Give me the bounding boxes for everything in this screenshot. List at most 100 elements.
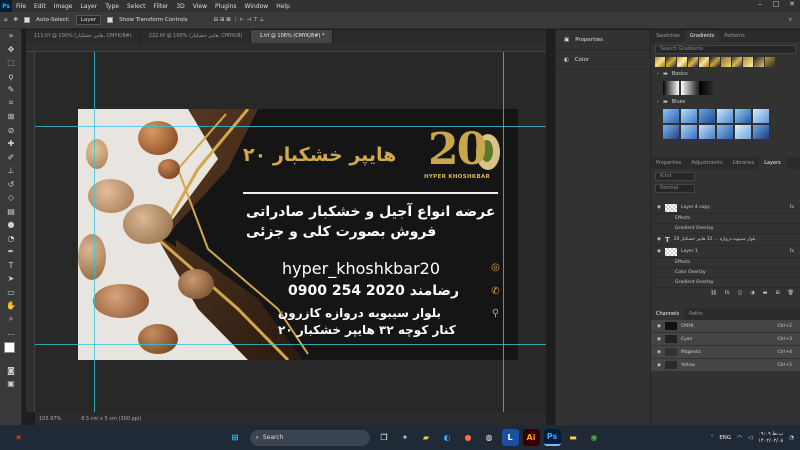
- fx-icon[interactable]: fx: [725, 290, 730, 296]
- foreground-color[interactable]: [4, 341, 15, 353]
- gradient-swatch[interactable]: [663, 109, 679, 123]
- folder-icon[interactable]: ▬: [565, 429, 582, 446]
- path-select-icon[interactable]: ➤: [0, 272, 22, 286]
- gradient-swatch[interactable]: [721, 57, 731, 67]
- menu-layer[interactable]: Layer: [76, 3, 101, 10]
- eyedropper-icon[interactable]: ⊘: [0, 124, 22, 138]
- menu-3d[interactable]: 3D: [172, 3, 188, 10]
- gradient-swatch[interactable]: [699, 109, 715, 123]
- channel-row[interactable]: ◉ Cyan Ctrl+3: [651, 333, 800, 346]
- windows-start-icon[interactable]: ⊞: [227, 429, 244, 446]
- gradient-swatch[interactable]: [717, 125, 733, 139]
- menu-filter[interactable]: Filter: [150, 3, 173, 10]
- tab-patterns[interactable]: Patterns: [719, 30, 750, 42]
- gradient-search-input[interactable]: Search Gradients: [655, 45, 796, 54]
- layer-row[interactable]: ◉ Layer 4 copy fx: [651, 202, 800, 214]
- tab-layers[interactable]: Layers: [759, 157, 786, 169]
- gradient-swatch[interactable]: [753, 109, 769, 123]
- layer-effect-row[interactable]: Effects: [651, 258, 800, 268]
- ruler-horizontal[interactable]: [26, 43, 546, 52]
- layer-effect-row[interactable]: Effects: [651, 214, 800, 224]
- firefox-icon[interactable]: ●: [460, 429, 477, 446]
- align-icons[interactable]: ⊟ ⊞ ⊠ ⋮ ⊢ ⊣ ⊤ ⊥: [214, 17, 265, 23]
- healing-brush-icon[interactable]: ✚: [0, 137, 22, 151]
- type-tool-icon[interactable]: T: [0, 259, 22, 273]
- blend-mode-dropdown[interactable]: Normal: [655, 184, 695, 193]
- minimize-icon[interactable]: –: [752, 0, 768, 8]
- color-panel-button[interactable]: ◐ Color: [556, 50, 650, 70]
- menu-type[interactable]: Type: [101, 3, 123, 10]
- clock[interactable]: ۰۹:۰۹ ب.ظ ۱۴۰۲/۰۲/۰۸: [758, 431, 783, 445]
- channel-row[interactable]: ◉ Yellow Ctrl+5: [651, 359, 800, 372]
- copilot-icon[interactable]: ✦: [397, 429, 414, 446]
- dodge-tool-icon[interactable]: ◔: [0, 232, 22, 246]
- menu-help[interactable]: Help: [272, 3, 294, 10]
- move-tool-icon[interactable]: ✥: [14, 17, 19, 23]
- language-indicator[interactable]: ENG: [719, 435, 731, 441]
- menu-window[interactable]: Window: [241, 3, 273, 10]
- home-icon[interactable]: ⌂: [4, 17, 8, 23]
- tab-paths[interactable]: Paths: [684, 308, 708, 320]
- properties-panel-button[interactable]: ▣ Properties: [556, 30, 650, 50]
- gradient-swatch[interactable]: [699, 81, 715, 95]
- ruler-vertical[interactable]: [26, 52, 35, 412]
- history-brush-icon[interactable]: ↺: [0, 178, 22, 192]
- close-icon[interactable]: ✕: [784, 0, 800, 8]
- search-icon[interactable]: ⌕: [789, 17, 792, 24]
- show-transform-checkbox[interactable]: [107, 17, 114, 23]
- file-explorer-icon[interactable]: ▰: [418, 429, 435, 446]
- gradient-swatch[interactable]: [735, 125, 751, 139]
- gradient-swatch[interactable]: [735, 109, 751, 123]
- screen-mode-icon[interactable]: ▣: [0, 377, 22, 391]
- channel-row[interactable]: ◉ CMYK Ctrl+2: [651, 320, 800, 333]
- gradient-swatch[interactable]: [710, 57, 720, 67]
- menu-select[interactable]: Select: [123, 3, 150, 10]
- layer-row[interactable]: ◉ Layer 1 fx: [651, 246, 800, 258]
- gradient-swatch[interactable]: [681, 125, 697, 139]
- tab-swatches[interactable]: Swatches: [651, 30, 685, 42]
- gradient-swatch[interactable]: [765, 57, 775, 67]
- folder-blues[interactable]: › ▬ Blues: [651, 97, 800, 107]
- edge-icon[interactable]: ◐: [439, 429, 456, 446]
- frame-tool-icon[interactable]: ⊠: [0, 110, 22, 124]
- tab-111[interactable]: 111.tif @ 100% (هایپر خشکبار, CMYK/8#): [26, 30, 141, 43]
- gradient-swatch[interactable]: [699, 57, 709, 67]
- zoom-level[interactable]: 105.97%: [39, 416, 61, 422]
- artboard-tool-icon[interactable]: ⬚: [0, 56, 22, 70]
- pen-tool-icon[interactable]: ✒: [0, 245, 22, 259]
- menu-image[interactable]: Image: [50, 3, 77, 10]
- color-swatches[interactable]: [0, 340, 21, 364]
- eraser-icon[interactable]: ◇: [0, 191, 22, 205]
- app-icon[interactable]: ◍: [481, 429, 498, 446]
- blur-tool-icon[interactable]: ●: [0, 218, 22, 232]
- guide-horizontal[interactable]: [35, 344, 546, 345]
- layer-effect-row[interactable]: Gradient Overlay: [651, 224, 800, 234]
- move-tool-icon[interactable]: ✥: [0, 43, 22, 57]
- taskbar-search[interactable]: ⌕ Search: [249, 429, 370, 446]
- eye-icon[interactable]: ◉: [657, 249, 661, 254]
- eye-icon[interactable]: ◉: [657, 363, 661, 368]
- tab-properties[interactable]: Properties: [651, 157, 686, 169]
- gradient-swatch[interactable]: [754, 57, 764, 67]
- notifications-icon[interactable]: ◔: [789, 435, 794, 441]
- lasso-tool-icon[interactable]: ϙ: [0, 70, 22, 84]
- chevron-up-icon[interactable]: ˄: [711, 435, 714, 441]
- eye-icon[interactable]: ◉: [657, 237, 661, 242]
- guide-horizontal[interactable]: [35, 126, 546, 127]
- brush-tool-icon[interactable]: ✐: [0, 151, 22, 165]
- guide-vertical[interactable]: [94, 52, 95, 412]
- quick-mask-icon[interactable]: ◙: [0, 364, 22, 378]
- layer-kind-filter[interactable]: Kind: [655, 172, 695, 181]
- gradient-swatch[interactable]: [699, 125, 715, 139]
- maximize-icon[interactable]: □: [768, 0, 784, 8]
- hand-tool-icon[interactable]: ✋: [0, 299, 22, 313]
- layer-effect-row[interactable]: Color Overlay: [651, 268, 800, 278]
- tab-channels[interactable]: Channels: [651, 308, 685, 320]
- gradient-swatch[interactable]: [681, 109, 697, 123]
- clone-stamp-icon[interactable]: ⊥: [0, 164, 22, 178]
- gradient-swatch[interactable]: [753, 125, 769, 139]
- gradient-swatch[interactable]: [743, 57, 753, 67]
- wifi-icon[interactable]: ◠: [737, 435, 742, 441]
- link-icon[interactable]: ⛓: [711, 290, 717, 296]
- task-view-icon[interactable]: ❐: [376, 429, 393, 446]
